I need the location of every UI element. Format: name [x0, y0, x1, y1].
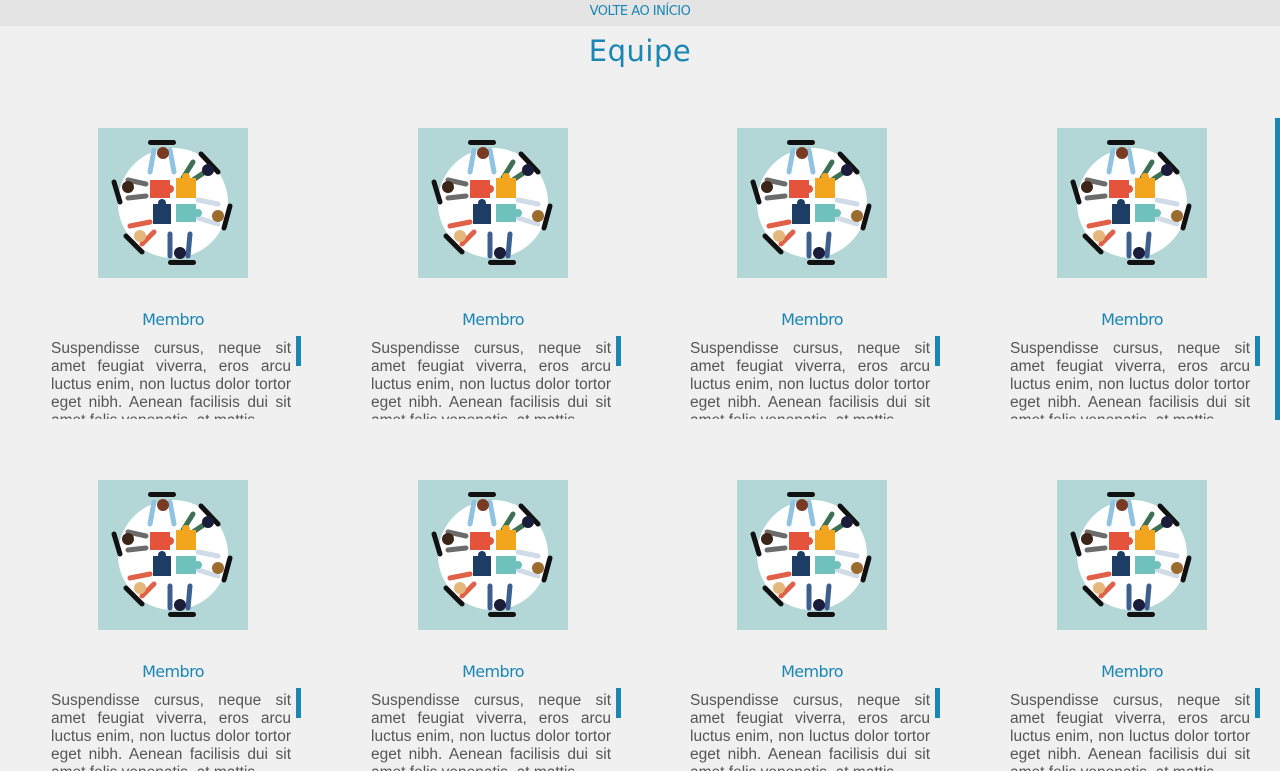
member-bio-scroll[interactable]: Suspendisse cursus, neque sit amet feugi…: [51, 340, 291, 419]
member-bio: Suspendisse cursus, neque sit amet feugi…: [690, 340, 930, 419]
page-scrollbar[interactable]: [1275, 118, 1280, 420]
bio-scrollbar[interactable]: [935, 336, 940, 366]
team-puzzle-illustration-icon: [418, 128, 568, 278]
back-home-link[interactable]: VOLTE AO INÍCIO: [590, 4, 691, 19]
member-name: Membro: [462, 662, 524, 681]
page-title: Equipe: [588, 34, 692, 68]
member-bio-scroll[interactable]: Suspendisse cursus, neque sit amet feugi…: [1010, 340, 1250, 419]
member-bio: Suspendisse cursus, neque sit amet feugi…: [51, 692, 291, 771]
member-photo: [418, 128, 568, 278]
member-bio: Suspendisse cursus, neque sit amet feugi…: [51, 340, 291, 419]
member-photo: [418, 480, 568, 630]
member-bio-scroll[interactable]: Suspendisse cursus, neque sit amet feugi…: [51, 692, 291, 771]
member-name: Membro: [142, 662, 204, 681]
member-bio-scroll[interactable]: Suspendisse cursus, neque sit amet feugi…: [690, 340, 930, 419]
team-puzzle-illustration-icon: [737, 480, 887, 630]
member-bio: Suspendisse cursus, neque sit amet feugi…: [1010, 692, 1250, 771]
member-name: Membro: [462, 310, 524, 329]
team-puzzle-illustration-icon: [737, 128, 887, 278]
team-puzzle-illustration-icon: [98, 480, 248, 630]
member-name: Membro: [1101, 662, 1163, 681]
bio-scrollbar[interactable]: [616, 688, 621, 718]
team-puzzle-illustration-icon: [418, 480, 568, 630]
top-nav-bar: VOLTE AO INÍCIO: [0, 0, 1280, 26]
bio-scrollbar[interactable]: [616, 336, 621, 366]
member-bio-scroll[interactable]: Suspendisse cursus, neque sit amet feugi…: [1010, 692, 1250, 771]
member-bio-scroll[interactable]: Suspendisse cursus, neque sit amet feugi…: [371, 692, 611, 771]
member-photo: [737, 480, 887, 630]
member-photo: [1057, 480, 1207, 630]
bio-scrollbar[interactable]: [935, 688, 940, 718]
member-bio-scroll[interactable]: Suspendisse cursus, neque sit amet feugi…: [371, 340, 611, 419]
member-bio: Suspendisse cursus, neque sit amet feugi…: [690, 692, 930, 771]
member-bio-scroll[interactable]: Suspendisse cursus, neque sit amet feugi…: [690, 692, 930, 771]
member-name: Membro: [1101, 310, 1163, 329]
member-name: Membro: [781, 662, 843, 681]
member-photo: [98, 480, 248, 630]
team-puzzle-illustration-icon: [98, 128, 248, 278]
team-puzzle-illustration-icon: [1057, 480, 1207, 630]
bio-scrollbar[interactable]: [1255, 688, 1260, 718]
bio-scrollbar[interactable]: [296, 336, 301, 366]
member-photo: [1057, 128, 1207, 278]
member-bio: Suspendisse cursus, neque sit amet feugi…: [1010, 340, 1250, 419]
member-photo: [98, 128, 248, 278]
member-name: Membro: [781, 310, 843, 329]
member-bio: Suspendisse cursus, neque sit amet feugi…: [371, 692, 611, 771]
bio-scrollbar[interactable]: [296, 688, 301, 718]
member-name: Membro: [142, 310, 204, 329]
bio-scrollbar[interactable]: [1255, 336, 1260, 366]
member-photo: [737, 128, 887, 278]
team-puzzle-illustration-icon: [1057, 128, 1207, 278]
member-bio: Suspendisse cursus, neque sit amet feugi…: [371, 340, 611, 419]
